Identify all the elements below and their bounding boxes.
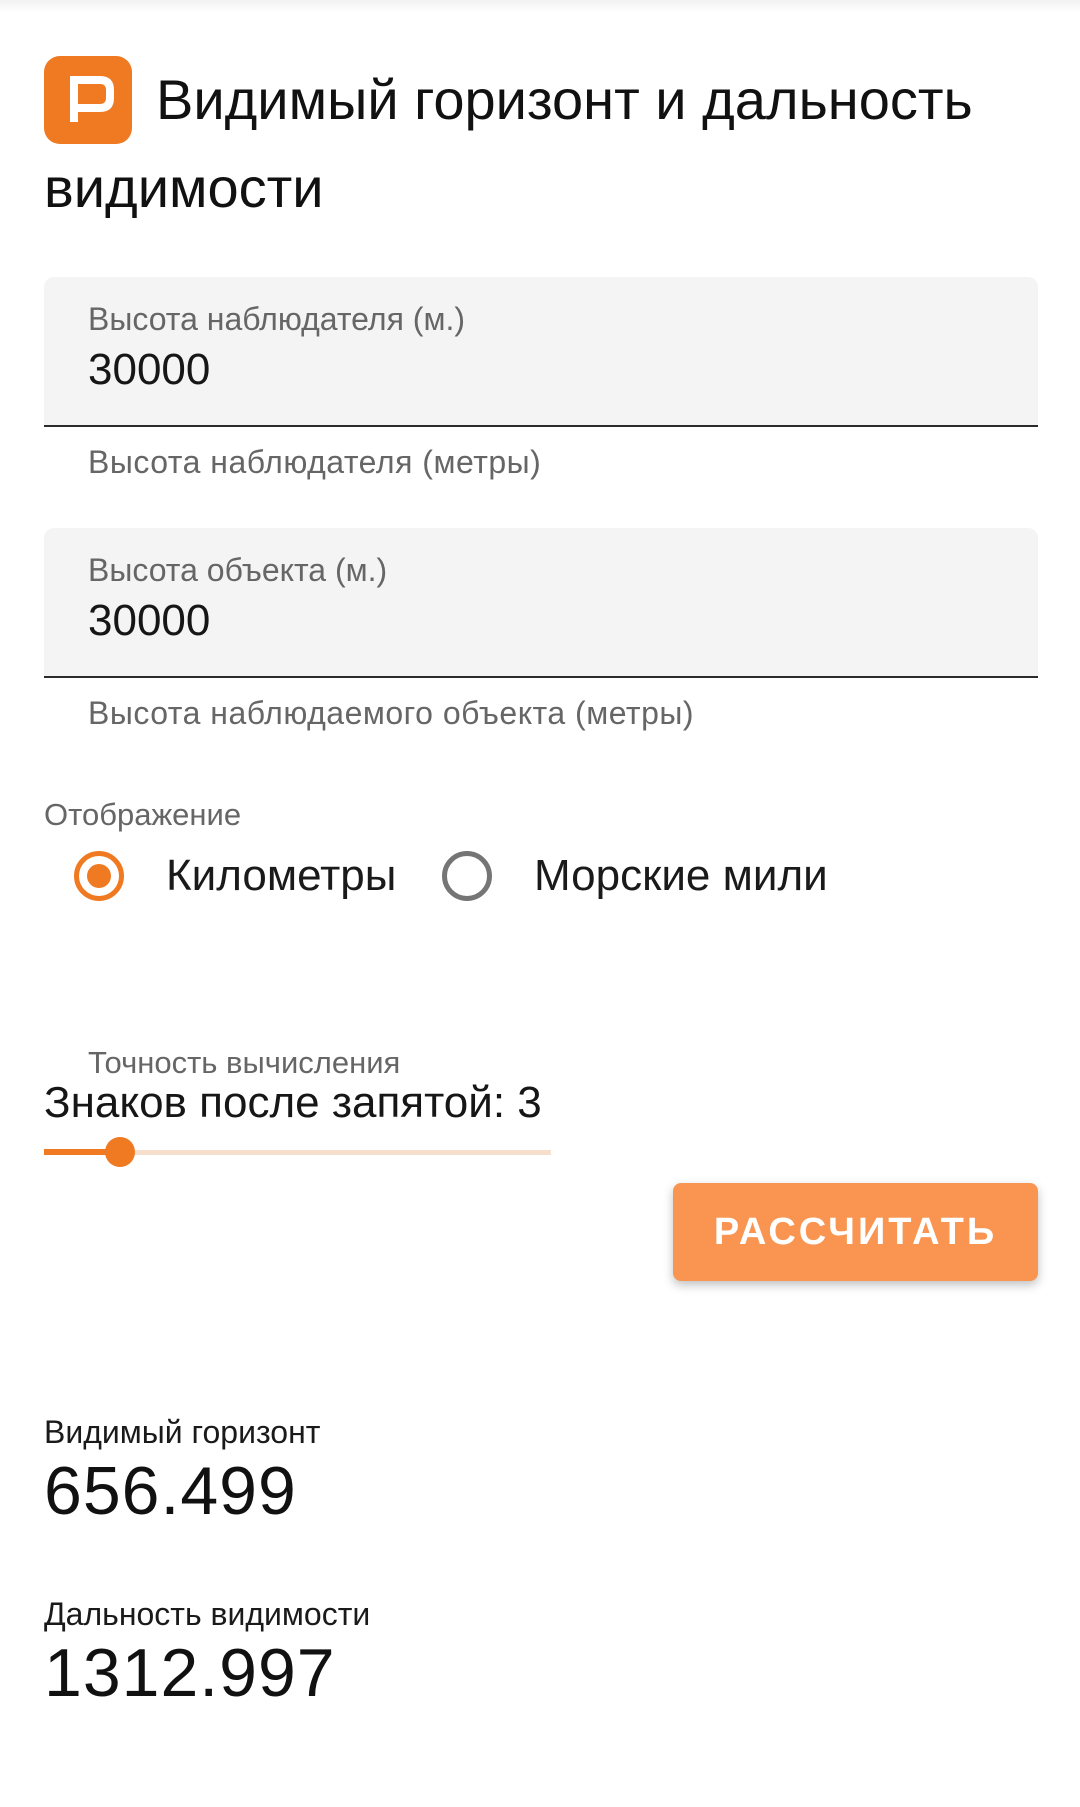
object-height-helper: Высота наблюдаемого объекта (метры)	[88, 695, 695, 731]
display-units-label: Отображение	[44, 797, 242, 832]
object-height-field[interactable]: Высота объекта (м.)	[44, 528, 1038, 678]
radio-nautical-miles-label: Морские мили	[534, 851, 828, 900]
observer-height-field[interactable]: Высота наблюдателя (м.)	[44, 277, 1038, 427]
observer-height-helper: Высота наблюдателя (метры)	[88, 444, 542, 480]
radio-kilometers-label: Километры	[166, 851, 397, 900]
object-height-label: Высота объекта (м.)	[88, 552, 388, 588]
observer-height-label: Высота наблюдателя (м.)	[88, 301, 465, 337]
precision-value: Знаков после запятой: 3	[44, 1078, 542, 1127]
page-title: Видимый горизонт и дальность видимости	[44, 68, 973, 219]
object-height-input[interactable]	[88, 596, 988, 646]
radio-kilometers[interactable]: Километры	[74, 846, 396, 906]
visibility-range-value: 1312.997	[44, 1635, 336, 1711]
observer-height-input[interactable]	[88, 345, 988, 395]
visible-horizon-label: Видимый горизонт	[44, 1414, 321, 1450]
visible-horizon-value: 656.499	[44, 1453, 297, 1529]
precision-caption: Точность вычисления	[88, 1045, 401, 1080]
radio-nautical-miles[interactable]: Морские мили	[442, 846, 828, 906]
radio-checked-icon	[74, 851, 124, 901]
precision-slider[interactable]	[44, 1136, 551, 1168]
visibility-range-label: Дальность видимости	[44, 1596, 371, 1632]
radio-unchecked-icon	[442, 851, 492, 901]
top-divider	[0, 0, 1080, 12]
slider-thumb[interactable]	[105, 1137, 135, 1167]
calculate-button[interactable]: РАССЧИТАТЬ	[673, 1183, 1038, 1281]
